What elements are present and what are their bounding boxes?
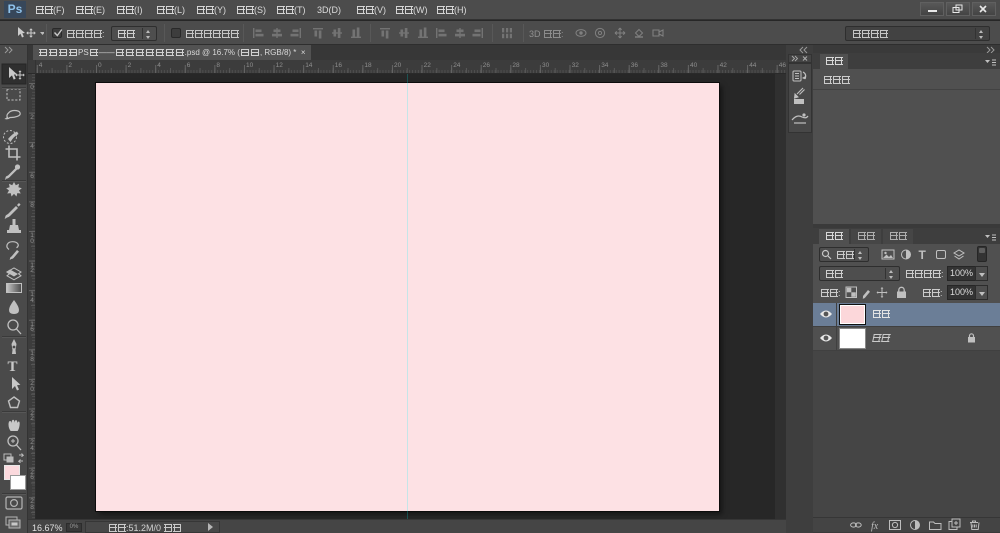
svg-text:T: T [919,248,927,262]
svg-text:T: T [8,359,18,375]
svg-text:fx: fx [871,521,879,532]
